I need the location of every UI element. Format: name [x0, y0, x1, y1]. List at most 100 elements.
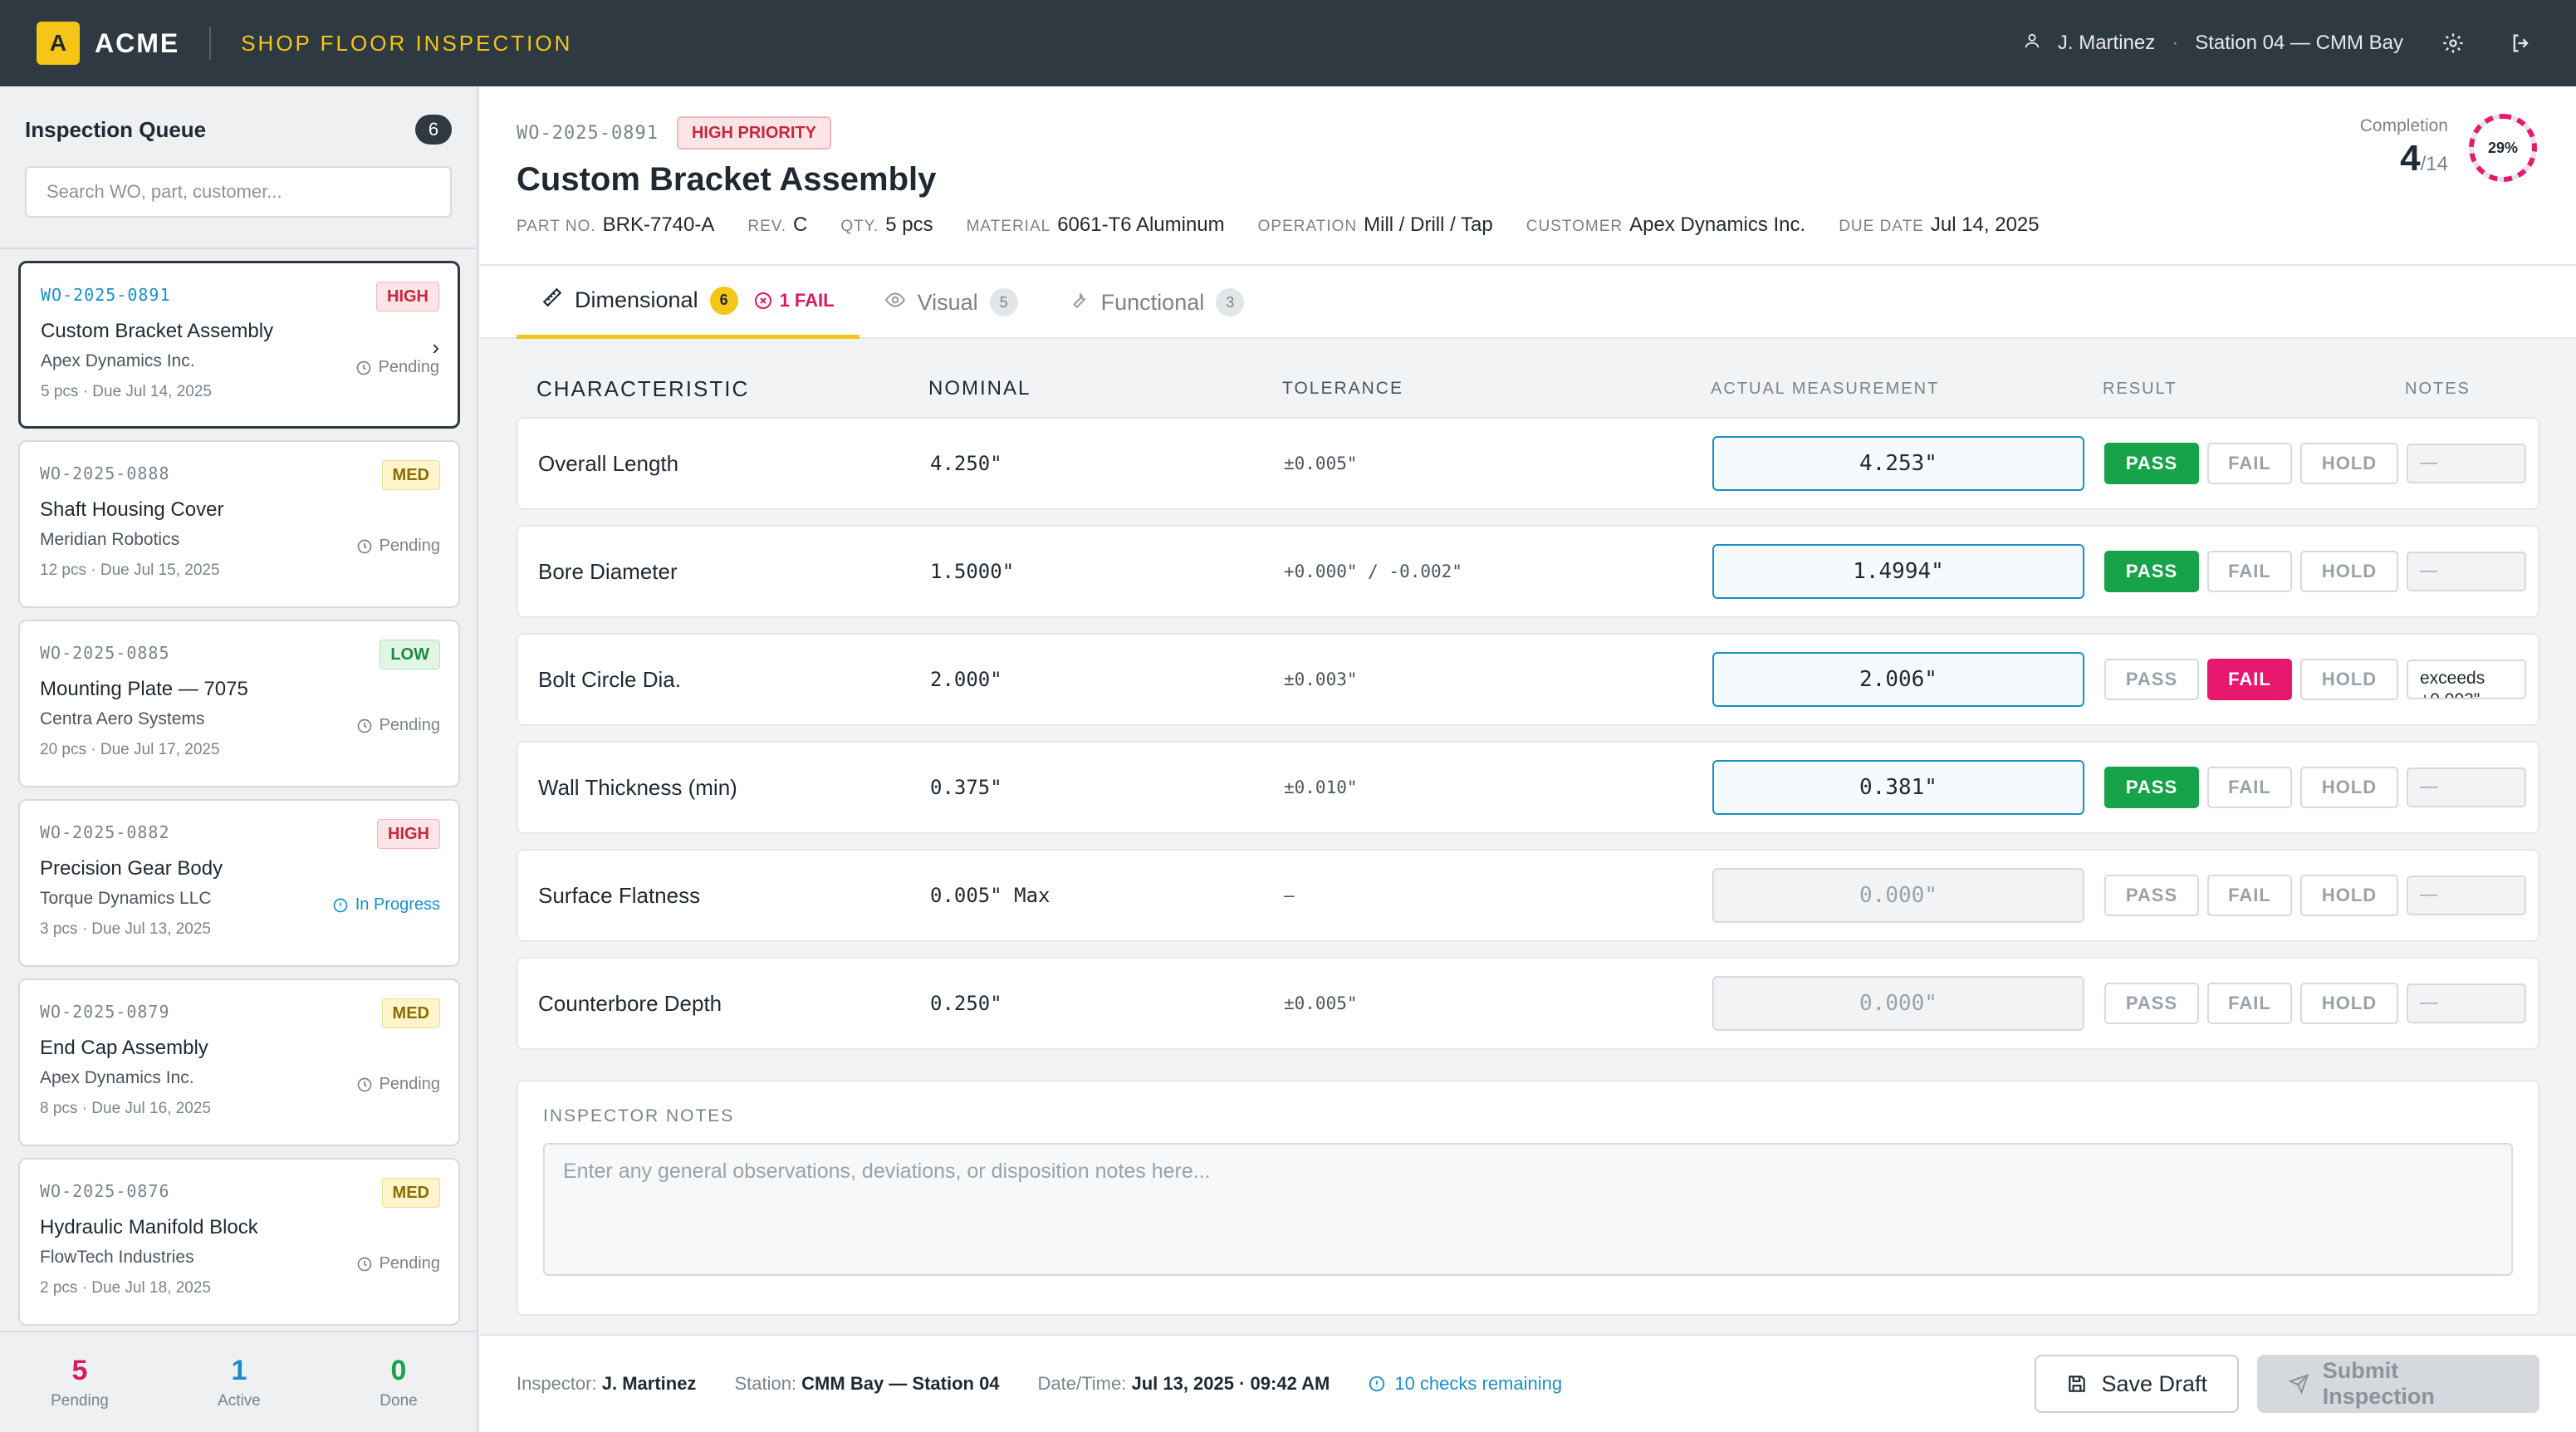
actual-measurement-input[interactable]: 0.000" — [1712, 976, 2084, 1031]
separator: · — [2172, 32, 2179, 54]
tab-count: 5 — [989, 288, 1018, 316]
footer-bar: Inspector: J. Martinez Station: CMM Bay … — [480, 1334, 2576, 1432]
characteristic: Overall Length — [538, 450, 679, 476]
queue-stats: 5 Pending 1 Active 0 Done — [0, 1331, 478, 1432]
tab-count: 3 — [1216, 288, 1245, 316]
pass-button[interactable]: PASS — [2104, 983, 2199, 1024]
send-icon — [2289, 1373, 2309, 1395]
row-note-field[interactable]: — — [2407, 875, 2526, 915]
nominal: 1.5000" — [930, 560, 1015, 583]
queue-card[interactable]: WO-2025-0879 MED End Cap Assembly Apex Dyna… — [18, 978, 460, 1146]
fail-button[interactable]: FAIL — [2207, 767, 2292, 808]
chevron-right-icon: › — [432, 335, 439, 360]
logo: A — [37, 22, 80, 65]
result-buttons: PASS FAIL HOLD — [2104, 875, 2407, 916]
remaining-text: 10 checks remaining — [1394, 1373, 1563, 1394]
hold-button[interactable]: HOLD — [2300, 875, 2398, 916]
pass-button[interactable]: PASS — [2104, 443, 2199, 484]
queue-search[interactable] — [25, 166, 452, 218]
row-note-field[interactable]: — — [2407, 552, 2526, 591]
save-draft-button[interactable]: Save Draft — [2035, 1355, 2239, 1413]
inspector-notes-field[interactable] — [543, 1143, 2513, 1276]
meta-item: REV. C — [747, 213, 807, 237]
queue-card[interactable]: WO-2025-0891 HIGH Custom Bracket Assembly A… — [18, 261, 460, 429]
tab-label: Functional — [1100, 289, 1205, 315]
column-header: TOLERANCE — [1282, 379, 1403, 398]
priority-badge: HIGH — [376, 282, 439, 311]
submit-inspection-button[interactable]: Submit Inspection — [2257, 1355, 2539, 1413]
characteristic: Wall Thickness (min) — [538, 774, 737, 800]
queue-wo-number: WO-2025-0876 — [40, 1181, 170, 1201]
table-row: Counterbore Depth 0.250" ±0.005" 0.000" PASS… — [517, 957, 2539, 1050]
pass-button[interactable]: PASS — [2104, 767, 2199, 808]
meta-item: OPERATION Mill / Drill / Tap — [1258, 213, 1493, 237]
hold-button[interactable]: HOLD — [2300, 659, 2398, 700]
row-note-field[interactable]: — — [2407, 767, 2526, 807]
pass-button[interactable]: PASS — [2104, 875, 2199, 916]
characteristic: Surface Flatness — [538, 882, 701, 908]
fail-button[interactable]: FAIL — [2207, 443, 2292, 484]
meta-key: QTY. — [840, 218, 879, 235]
actual-measurement-input[interactable]: 4.253" — [1712, 436, 2084, 491]
meta-key: PART NO. — [517, 218, 596, 235]
status-text: Pending — [379, 716, 440, 734]
footer-label: Inspector: — [517, 1373, 597, 1394]
hold-button[interactable]: HOLD — [2300, 983, 2398, 1024]
characteristic: Bolt Circle Dia. — [538, 666, 681, 692]
fail-button[interactable]: FAIL — [2207, 659, 2292, 700]
queue-meta: 12 pcs · Due Jul 15, 2025 — [40, 562, 220, 579]
queue-wo-number: WO-2025-0888 — [40, 463, 170, 483]
queue-card[interactable]: WO-2025-0885 LOW Mounting Plate — 7075 Cent… — [18, 620, 460, 787]
status-text: In Progress — [355, 895, 440, 914]
row-note-field[interactable]: exceeds +0.003" — [2407, 660, 2526, 699]
status-text: Pending — [379, 1075, 440, 1093]
priority-badge: HIGH PRIORITY — [676, 116, 831, 150]
row-note-field[interactable]: — — [2407, 444, 2526, 483]
queue-part-name: Mounting Plate — 7075 — [40, 678, 248, 700]
queue-card[interactable]: WO-2025-0888 MED Shaft Housing Cover Meridi… — [18, 440, 460, 608]
hold-button[interactable]: HOLD — [2300, 443, 2398, 484]
priority-badge: LOW — [380, 640, 440, 669]
pass-button[interactable]: PASS — [2104, 551, 2199, 592]
eye-icon — [884, 289, 906, 316]
completion-indicator: Completion 4/14 29% — [2360, 111, 2539, 184]
gear-icon[interactable] — [2435, 25, 2471, 61]
fail-button[interactable]: FAIL — [2207, 875, 2292, 916]
queue-status: Pending — [356, 1075, 440, 1094]
queue-card[interactable]: WO-2025-0882 HIGH Precision Gear Body Torqu… — [18, 799, 460, 967]
logout-icon[interactable] — [2503, 25, 2539, 61]
meta-value: Apex Dynamics Inc. — [1629, 213, 1806, 236]
status-text: Pending — [379, 537, 440, 555]
work-order-header: WO-2025-0891 HIGH PRIORITY Custom Bracke… — [480, 86, 2576, 266]
meta-value: 5 pcs — [885, 213, 933, 236]
hold-button[interactable]: HOLD — [2300, 767, 2398, 808]
completion-label: Completion — [2359, 116, 2448, 135]
table-row: Bore Diameter 1.5000" +0.000" / -0.002" 1.4… — [517, 525, 2539, 618]
footer-label: Station: — [734, 1373, 797, 1394]
stat-active: 1 Active — [159, 1332, 319, 1432]
pass-button[interactable]: PASS — [2104, 659, 2199, 700]
tab-visual[interactable]: Visual 5 — [859, 266, 1043, 339]
fail-button[interactable]: FAIL — [2207, 551, 2292, 592]
tab-dimensional[interactable]: Dimensional 6 1 FAIL — [517, 266, 859, 339]
characteristic: Counterbore Depth — [538, 990, 722, 1016]
row-note-field[interactable]: — — [2407, 983, 2526, 1023]
fail-button[interactable]: FAIL — [2207, 983, 2292, 1024]
actual-measurement-input[interactable]: 0.000" — [1712, 868, 2084, 923]
footer-datetime: Date/Time: Jul 13, 2025 · 09:42 AM — [1038, 1373, 1330, 1395]
meta-key: MATERIAL — [966, 218, 1051, 235]
footer-value: Jul 13, 2025 · 09:42 AM — [1131, 1373, 1330, 1394]
submit-label: Submit Inspection — [2322, 1358, 2435, 1409]
priority-badge: HIGH — [377, 819, 440, 849]
x-circle-icon — [754, 292, 771, 309]
queue-card[interactable]: WO-2025-0876 MED Hydraulic Manifold Block F… — [18, 1158, 460, 1326]
actual-measurement-input[interactable]: 1.4994" — [1712, 544, 2084, 599]
hold-button[interactable]: HOLD — [2300, 551, 2398, 592]
actual-measurement-input[interactable]: 0.381" — [1712, 760, 2084, 815]
fail-indicator: 1 FAIL — [753, 290, 835, 311]
search-input[interactable] — [47, 181, 395, 203]
meta-key: DUE DATE — [1839, 218, 1924, 235]
actual-measurement-input[interactable]: 2.006" — [1712, 652, 2084, 707]
queue-meta: 8 pcs · Due Jul 16, 2025 — [40, 1100, 211, 1117]
tab-functional[interactable]: Functional 3 — [1043, 266, 1270, 339]
